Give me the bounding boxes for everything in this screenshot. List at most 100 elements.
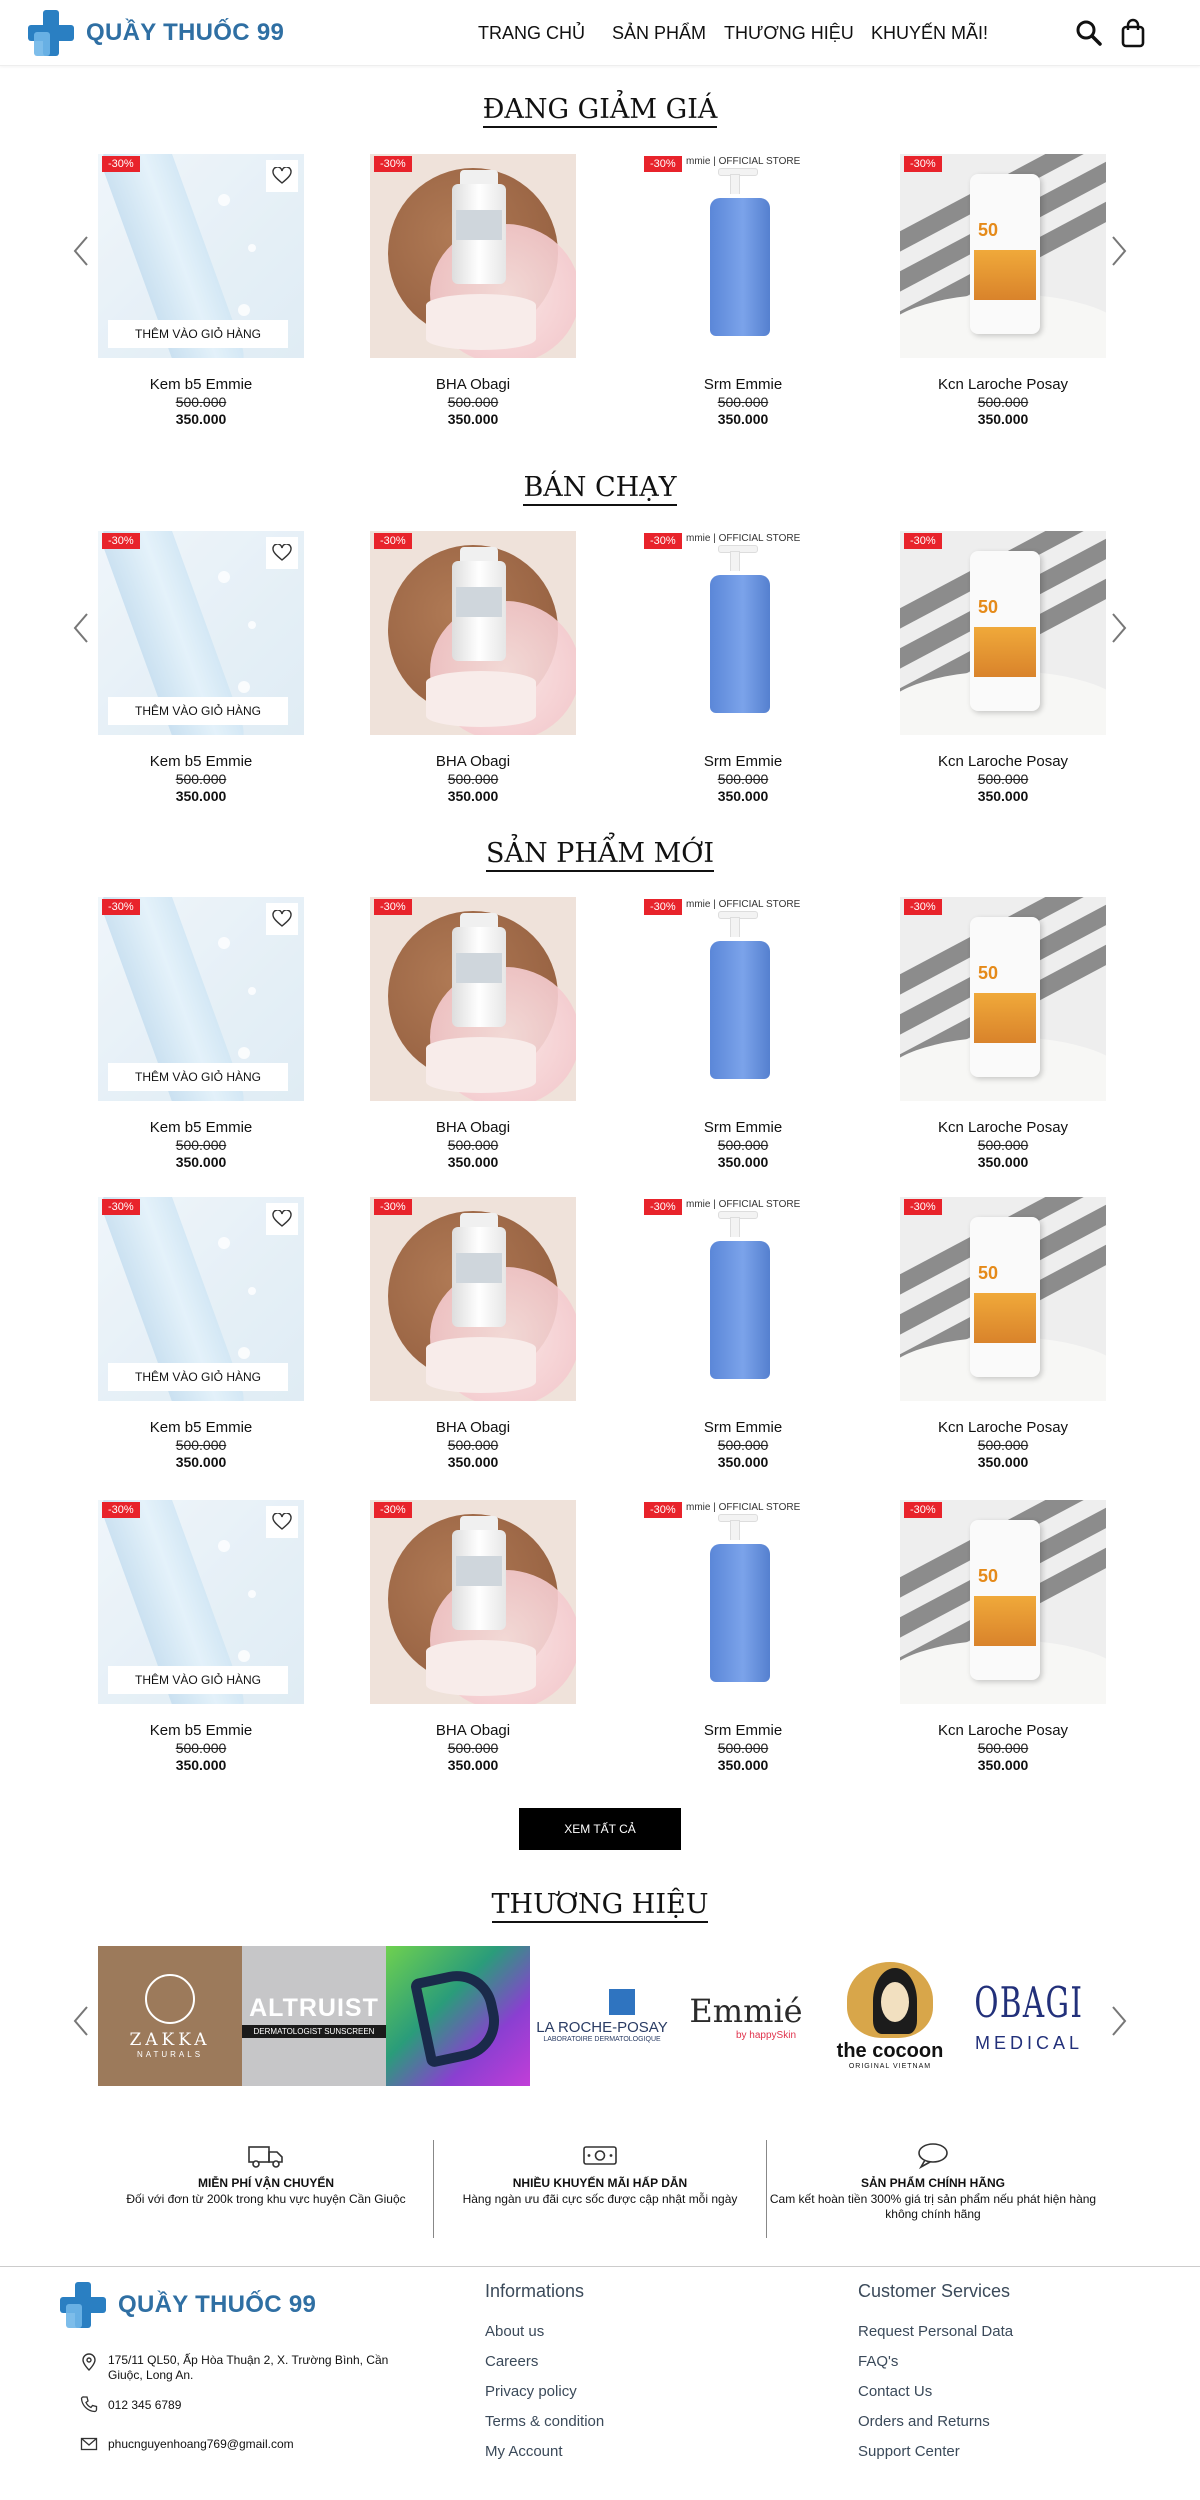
product-name[interactable]: Srm Emmie xyxy=(640,753,846,770)
product-name[interactable]: BHA Obagi xyxy=(370,1419,576,1436)
product-image[interactable]: -30% xyxy=(370,1197,576,1401)
next-arrow-icon[interactable] xyxy=(1108,611,1130,645)
product-name[interactable]: Kem b5 Emmie xyxy=(98,1722,304,1739)
nav-products[interactable]: SẢN PHẨM xyxy=(612,23,706,44)
product-image[interactable]: THÊM VÀO GIỎ HÀNG -30% xyxy=(98,531,304,735)
brand-logo-obagi[interactable]: OBAGI MEDICAL xyxy=(962,1946,1096,2086)
product-image[interactable]: mmie | OFFICIAL STORE -30% xyxy=(640,531,846,735)
footer-link-privacy[interactable]: Privacy policy xyxy=(485,2383,577,2400)
product-image[interactable]: 50 -30% xyxy=(900,1500,1106,1704)
product-card[interactable]: 50 -30% Kcn Laroche Posay 500.000 350.000 xyxy=(900,154,1106,434)
footer-link-request-data[interactable]: Request Personal Data xyxy=(858,2323,1013,2340)
footer-link-orders[interactable]: Orders and Returns xyxy=(858,2413,990,2430)
product-card[interactable]: -30% BHA Obagi 500.000 350.000 xyxy=(370,1197,576,1477)
wishlist-heart-icon[interactable] xyxy=(266,1203,298,1235)
brands-prev-arrow-icon[interactable] xyxy=(70,2004,92,2038)
product-image[interactable]: THÊM VÀO GIỎ HÀNG -30% xyxy=(98,897,304,1101)
product-card[interactable]: 50 -30% Kcn Laroche Posay 500.000 350.000 xyxy=(900,1197,1106,1477)
product-card[interactable]: -30% BHA Obagi 500.000 350.000 xyxy=(370,154,576,434)
product-card[interactable]: mmie | OFFICIAL STORE -30% Srm Emmie 500.00… xyxy=(640,154,846,434)
product-image[interactable]: THÊM VÀO GIỎ HÀNG -30% xyxy=(98,1500,304,1704)
brand-logo-emmie[interactable]: Emmié by happySkin xyxy=(674,1946,818,2086)
nav-promotions[interactable]: KHUYẾN MÃI! xyxy=(871,23,988,44)
product-card[interactable]: -30% BHA Obagi 500.000 350.000 xyxy=(370,531,576,811)
product-name[interactable]: Kem b5 Emmie xyxy=(98,376,304,393)
next-arrow-icon[interactable] xyxy=(1108,234,1130,268)
product-card[interactable]: 50 -30% Kcn Laroche Posay 500.000 350.000 xyxy=(900,531,1106,811)
prev-arrow-icon[interactable] xyxy=(70,611,92,645)
brands-next-arrow-icon[interactable] xyxy=(1108,2004,1130,2038)
nav-brands[interactable]: THƯƠNG HIỆU xyxy=(724,23,854,44)
footer-link-faq[interactable]: FAQ's xyxy=(858,2353,898,2370)
product-image[interactable]: THÊM VÀO GIỎ HÀNG -30% xyxy=(98,154,304,358)
footer-link-terms[interactable]: Terms & condition xyxy=(485,2413,604,2430)
product-card[interactable]: THÊM VÀO GIỎ HÀNG -30% Kem b5 Emmie 500.000… xyxy=(98,154,304,434)
product-name[interactable]: BHA Obagi xyxy=(370,753,576,770)
product-name[interactable]: Srm Emmie xyxy=(640,1419,846,1436)
product-image[interactable]: -30% xyxy=(370,531,576,735)
wishlist-heart-icon[interactable] xyxy=(266,537,298,569)
brand-logo-zakka[interactable]: ZAKKA NATURALS xyxy=(98,1946,242,2086)
nav-home[interactable]: TRANG CHỦ xyxy=(478,23,585,44)
product-name[interactable]: Kcn Laroche Posay xyxy=(900,376,1106,393)
shopping-bag-icon[interactable] xyxy=(1118,18,1148,48)
product-image[interactable]: 50 -30% xyxy=(900,154,1106,358)
product-name[interactable]: BHA Obagi xyxy=(370,376,576,393)
product-name[interactable]: BHA Obagi xyxy=(370,1119,576,1136)
product-card[interactable]: THÊM VÀO GIỎ HÀNG -30% Kem b5 Emmie 500.000… xyxy=(98,1500,304,1780)
product-image[interactable]: mmie | OFFICIAL STORE -30% xyxy=(640,1197,846,1401)
footer-link-account[interactable]: My Account xyxy=(485,2443,563,2460)
product-image[interactable]: -30% xyxy=(370,897,576,1101)
product-card[interactable]: -30% BHA Obagi 500.000 350.000 xyxy=(370,1500,576,1780)
prev-arrow-icon[interactable] xyxy=(70,234,92,268)
product-card[interactable]: THÊM VÀO GIỎ HÀNG -30% Kem b5 Emmie 500.000… xyxy=(98,531,304,811)
add-to-cart-button[interactable]: THÊM VÀO GIỎ HÀNG xyxy=(108,697,288,725)
product-name[interactable]: Srm Emmie xyxy=(640,376,846,393)
search-icon[interactable] xyxy=(1074,18,1104,48)
add-to-cart-button[interactable]: THÊM VÀO GIỎ HÀNG xyxy=(108,320,288,348)
product-image[interactable]: 50 -30% xyxy=(900,1197,1106,1401)
product-card[interactable]: -30% BHA Obagi 500.000 350.000 xyxy=(370,897,576,1177)
brand-logo-altruist[interactable]: ALTRUIST DERMATOLOGIST SUNSCREEN xyxy=(242,1946,386,2086)
product-name[interactable]: Kcn Laroche Posay xyxy=(900,753,1106,770)
product-card[interactable]: mmie | OFFICIAL STORE -30% Srm Emmie 500.00… xyxy=(640,897,846,1177)
product-card[interactable]: mmie | OFFICIAL STORE -30% Srm Emmie 500.00… xyxy=(640,531,846,811)
product-name[interactable]: Kem b5 Emmie xyxy=(98,1119,304,1136)
view-all-button[interactable]: XEM TẤT CẢ xyxy=(519,1808,681,1850)
brand-logo-la-roche-posay[interactable]: LA ROCHE-POSAY LABORATOIRE DERMATOLOGIQU… xyxy=(530,1946,674,2086)
product-card[interactable]: THÊM VÀO GIỎ HÀNG -30% Kem b5 Emmie 500.000… xyxy=(98,897,304,1177)
product-image[interactable]: 50 -30% xyxy=(900,897,1106,1101)
footer-link-about[interactable]: About us xyxy=(485,2323,544,2340)
product-image[interactable]: THÊM VÀO GIỎ HÀNG -30% xyxy=(98,1197,304,1401)
footer-link-careers[interactable]: Careers xyxy=(485,2353,538,2370)
product-image[interactable]: mmie | OFFICIAL STORE -30% xyxy=(640,1500,846,1704)
product-name[interactable]: Kcn Laroche Posay xyxy=(900,1419,1106,1436)
brand-logo-colorful[interactable] xyxy=(386,1946,530,2086)
add-to-cart-button[interactable]: THÊM VÀO GIỎ HÀNG xyxy=(108,1063,288,1091)
wishlist-heart-icon[interactable] xyxy=(266,160,298,192)
product-card[interactable]: 50 -30% Kcn Laroche Posay 500.000 350.000 xyxy=(900,1500,1106,1780)
product-name[interactable]: Srm Emmie xyxy=(640,1722,846,1739)
footer-link-contact[interactable]: Contact Us xyxy=(858,2383,932,2400)
add-to-cart-button[interactable]: THÊM VÀO GIỎ HÀNG xyxy=(108,1363,288,1391)
brand-logo-cocoon[interactable]: the cocoon ORIGINAL VIETNAM xyxy=(818,1946,962,2086)
product-name[interactable]: Kem b5 Emmie xyxy=(98,1419,304,1436)
product-name[interactable]: Kcn Laroche Posay xyxy=(900,1722,1106,1739)
product-card[interactable]: mmie | OFFICIAL STORE -30% Srm Emmie 500.00… xyxy=(640,1197,846,1477)
product-image[interactable]: -30% xyxy=(370,1500,576,1704)
footer-logo[interactable]: QUẦY THUỐC 99 xyxy=(58,2279,316,2331)
product-name[interactable]: BHA Obagi xyxy=(370,1722,576,1739)
footer-email[interactable]: phucnguyenhoang769@gmail.com xyxy=(108,2437,294,2452)
product-card[interactable]: THÊM VÀO GIỎ HÀNG -30% Kem b5 Emmie 500.000… xyxy=(98,1197,304,1477)
product-image[interactable]: 50 -30% xyxy=(900,531,1106,735)
product-image[interactable]: mmie | OFFICIAL STORE -30% xyxy=(640,154,846,358)
product-name[interactable]: Kcn Laroche Posay xyxy=(900,1119,1106,1136)
product-card[interactable]: mmie | OFFICIAL STORE -30% Srm Emmie 500.00… xyxy=(640,1500,846,1780)
wishlist-heart-icon[interactable] xyxy=(266,903,298,935)
product-name[interactable]: Srm Emmie xyxy=(640,1119,846,1136)
product-card[interactable]: 50 -30% Kcn Laroche Posay 500.000 350.000 xyxy=(900,897,1106,1177)
product-name[interactable]: Kem b5 Emmie xyxy=(98,753,304,770)
wishlist-heart-icon[interactable] xyxy=(266,1506,298,1538)
product-image[interactable]: -30% xyxy=(370,154,576,358)
footer-phone[interactable]: 012 345 6789 xyxy=(108,2398,181,2413)
